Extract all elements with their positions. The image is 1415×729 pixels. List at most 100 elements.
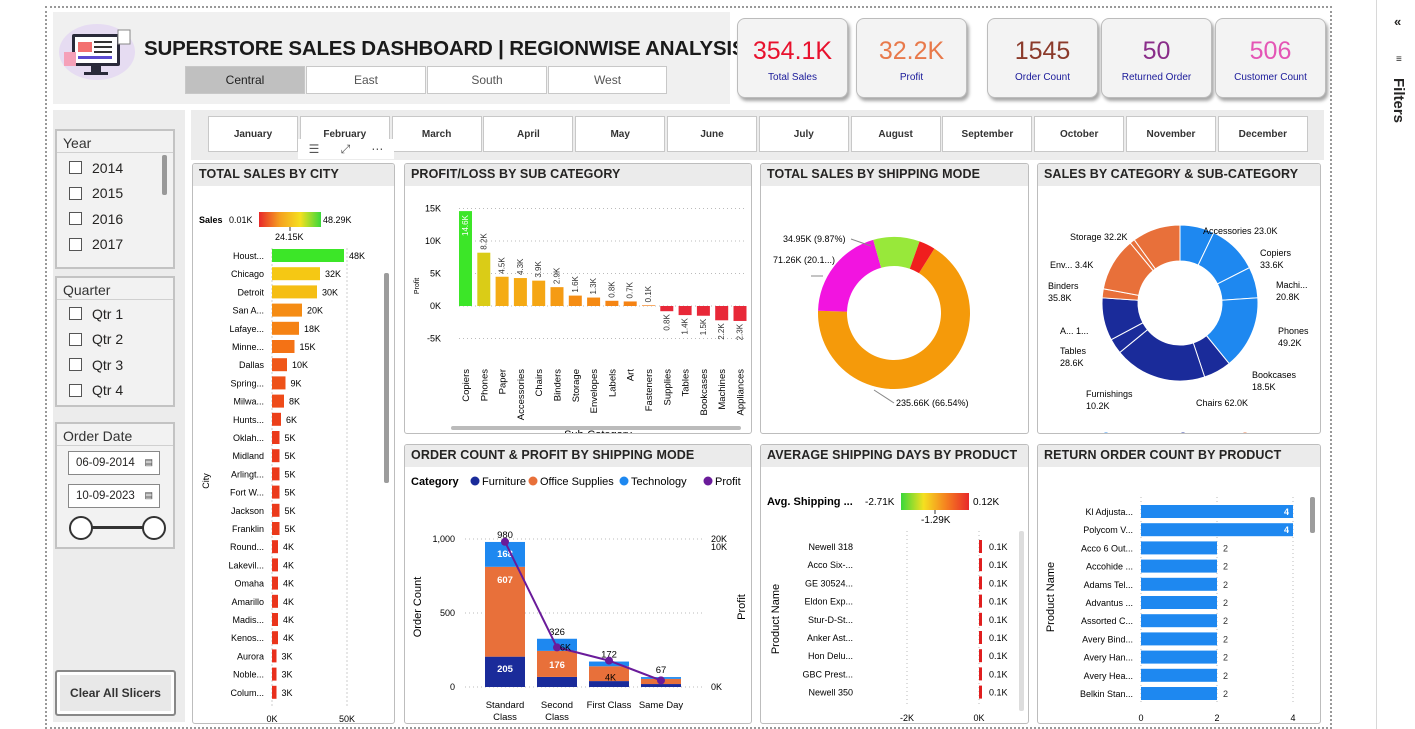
data-label: 4 [1284, 507, 1289, 517]
year-option-2015[interactable]: 2015 [57, 181, 173, 207]
checkbox[interactable] [69, 358, 82, 372]
month-button-november[interactable]: November [1126, 116, 1216, 152]
profit-by-subcategory-visual[interactable]: PROFIT/LOSS BY SUB CATEGORY 15K 10K 5K 0K -5… [404, 163, 752, 434]
region-east-button[interactable]: East [306, 66, 426, 94]
collapse-icon[interactable]: « [1394, 14, 1401, 29]
month-button-july[interactable]: July [758, 116, 849, 152]
city-bar [272, 449, 280, 463]
checkbox[interactable] [69, 186, 82, 200]
quarter-option-1[interactable]: Qtr 1 [57, 301, 173, 327]
year-option-2016[interactable]: 2016 [57, 206, 173, 232]
city-label: Lafaye... [229, 324, 264, 334]
leader-line [873, 389, 895, 404]
legend-title: Ship Mode [767, 432, 810, 434]
quarter-option-4[interactable]: Qtr 4 [57, 378, 173, 404]
checkbox[interactable] [69, 161, 82, 175]
city-bar [272, 540, 278, 554]
year-label: 2017 [92, 236, 124, 253]
quarter-label: Qtr 1 [92, 305, 124, 322]
data-label: 0.1K [989, 633, 1008, 643]
city-label: Jackson [231, 506, 264, 516]
product-label: Kl Adjusta... [1085, 507, 1133, 517]
x-tick: -2K [900, 713, 914, 723]
shipping-bar [979, 558, 982, 572]
filter-icon: ≡ [1396, 54, 1402, 65]
month-button-june[interactable]: June [667, 116, 757, 152]
date-slider-end-handle[interactable] [142, 516, 166, 540]
kpi-label: Returned Order [1121, 72, 1192, 83]
city-label: Hunts... [233, 415, 264, 425]
data-label: 2 [1223, 671, 1228, 681]
x-tick: Binders [553, 369, 564, 401]
quarter-label: Qtr 3 [92, 356, 124, 373]
month-button-march[interactable]: March [391, 116, 482, 152]
x-tick: 4 [1290, 713, 1295, 723]
region-central-button[interactable]: Central [185, 66, 305, 94]
quarter-option-3[interactable]: Qtr 3 [57, 352, 173, 378]
region-west-button[interactable]: West [548, 66, 667, 94]
sales-by-category-visual[interactable]: SALES BY CATEGORY & SUB-CATEGORY Accesso… [1037, 163, 1321, 434]
month-button-august[interactable]: August [850, 116, 941, 152]
x-tick: 0K [973, 713, 984, 723]
product-label: Avery Hea... [1084, 671, 1133, 681]
scrollbar [1019, 531, 1024, 711]
filter-icon[interactable]: ☰ [309, 142, 320, 156]
return-order-visual[interactable]: RETURN ORDER COUNT BY PRODUCT 0 2 4 Kl Adju… [1037, 444, 1321, 724]
end-date-input[interactable]: 10-09-2023 ▤ [68, 484, 160, 508]
checkbox[interactable] [69, 307, 82, 321]
calendar-icon[interactable]: ▤ [144, 457, 153, 468]
year-scrollbar[interactable] [162, 155, 167, 195]
profit-bar [495, 276, 509, 306]
year-option-2017[interactable]: 2017 [57, 232, 173, 258]
profit-bar [642, 305, 655, 306]
checkbox[interactable] [69, 237, 82, 251]
legend-gradient [259, 212, 321, 227]
start-date-input[interactable]: 06-09-2014 ▤ [68, 451, 160, 475]
checkbox[interactable] [69, 212, 82, 226]
legend-mid: -1.29K [921, 515, 951, 526]
x-tick: Machines [717, 369, 728, 410]
sales-by-shipping-visual[interactable]: TOTAL SALES BY SHIPPING MODE 235.66K (66… [760, 163, 1029, 434]
legend-marker [821, 433, 829, 434]
avg-shipping-days-visual[interactable]: AVERAGE SHIPPING DAYS BY PRODUCT Avg. Sh… [760, 444, 1029, 724]
order-count-profit-visual[interactable]: ORDER COUNT & PROFIT BY SHIPPING MODE Ca… [404, 444, 752, 724]
sales-by-city-visual[interactable]: TOTAL SALES BY CITY Sales 0.01K 48.29K 24.1… [192, 163, 395, 724]
city-bar [272, 685, 277, 699]
date-slider-start-handle[interactable] [69, 516, 93, 540]
checkbox[interactable] [69, 332, 82, 346]
city-value: 4K [283, 633, 294, 643]
month-button-may[interactable]: May [575, 116, 666, 152]
month-button-april[interactable]: April [483, 116, 574, 152]
month-button-december[interactable]: December [1217, 116, 1308, 152]
focus-mode-icon[interactable]: ⤢ [341, 142, 351, 157]
x-tick: Phones [479, 369, 490, 401]
y2-axis-title: Profit [736, 594, 748, 620]
data-label: 2.3K [736, 323, 745, 340]
more-options-icon[interactable]: ⋯ [371, 142, 383, 156]
month-button-january[interactable]: January [208, 116, 298, 152]
chart-title: RETURN ORDER COUNT BY PRODUCT [1038, 445, 1320, 467]
legend-title: Avg. Shipping ... [767, 496, 853, 508]
checkbox[interactable] [69, 383, 82, 397]
clear-all-slicers-button[interactable]: Clear All Slicers [55, 670, 176, 716]
sales-by-category-chart: Accessories 23.0K Copiers 33.6K Machi... 20.… [1044, 224, 1312, 433]
total-label: 67 [656, 665, 667, 676]
region-south-button[interactable]: South [427, 66, 547, 94]
data-label: 2 [1223, 580, 1228, 590]
calendar-icon[interactable]: ▤ [144, 490, 153, 501]
city-value: 30K [322, 287, 338, 297]
year-option-2014[interactable]: 2014 [57, 155, 173, 181]
quarter-option-2[interactable]: Qtr 2 [57, 327, 173, 353]
sales-by-city-chart: Sales 0.01K 48.29K 24.15K Houst... 48K Chicago… [199, 212, 389, 723]
data-label: 2.2K [717, 323, 726, 340]
sales-by-shipping-chart: 235.66K (66.54%) 71.26K (20.1...) 34.95K (… [767, 234, 1026, 434]
month-button-september[interactable]: September [942, 116, 1033, 152]
city-bar [272, 431, 280, 444]
month-button-october[interactable]: October [1034, 116, 1125, 152]
filters-pane[interactable]: « ≡ Filters [1376, 0, 1415, 729]
x-tick: Envelopes [589, 369, 600, 414]
slice-label: Tables 28.6K [1060, 346, 1087, 368]
shipping-bar [979, 685, 982, 699]
filters-label[interactable]: Filters [1390, 78, 1407, 123]
x-tick: Supplies [662, 369, 673, 406]
